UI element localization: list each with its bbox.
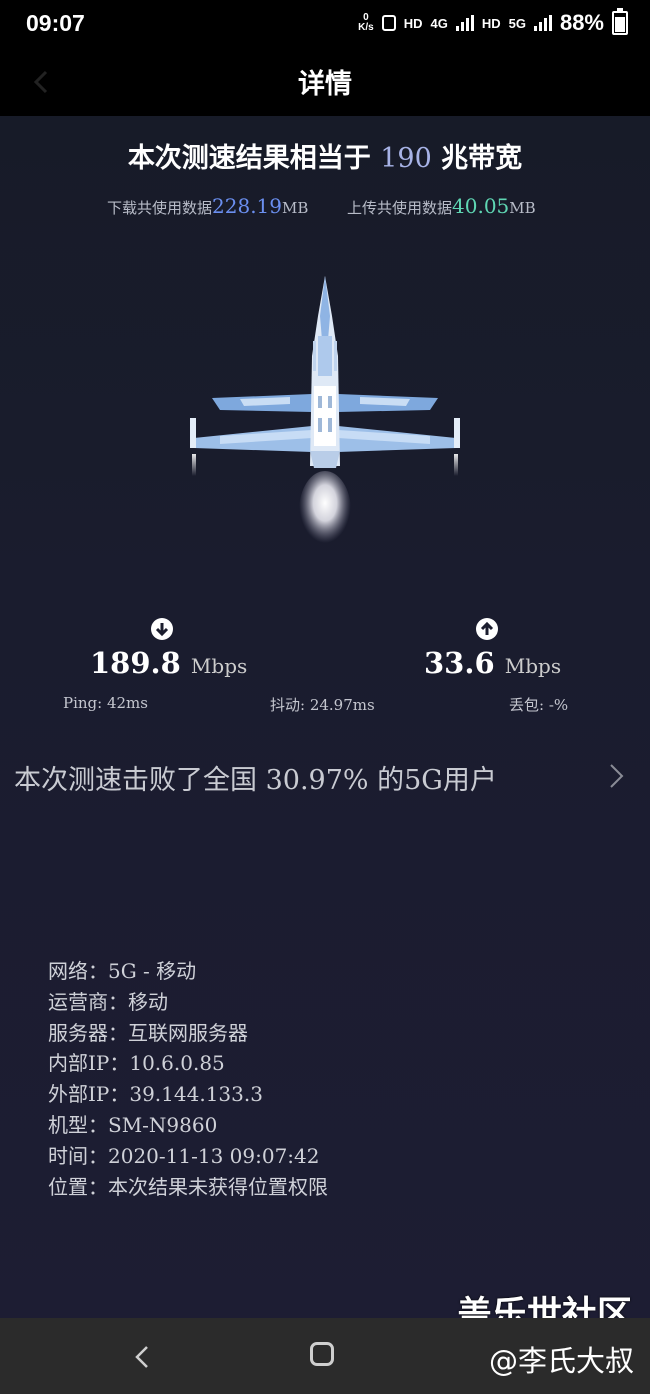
hd-label: HD <box>403 15 423 31</box>
page-title: 详情 <box>298 69 352 100</box>
info-carrier: 运营商：移动 <box>48 989 168 1014</box>
signal-4g-icon <box>455 15 474 31</box>
app-header: 详情 <box>0 50 650 116</box>
chevron-right-icon[interactable] <box>608 762 626 790</box>
nav-back-icon[interactable] <box>132 1344 152 1370</box>
info-network: 网络：5G - 移动 <box>48 959 197 983</box>
upload-usage: 上传共使用数据40.05MB <box>347 194 536 218</box>
info-model: 机型：SM-N9860 <box>48 1112 218 1137</box>
status-bar: 09:07 0 K/s HD 4G HD 5G 88% <box>0 0 650 50</box>
upload-icon <box>476 618 498 640</box>
bandwidth-value: 190 <box>380 143 432 174</box>
download-usage: 下载共使用数据228.19MB <box>107 194 309 218</box>
hd-label-2: HD <box>481 15 501 31</box>
download-icon <box>151 618 173 640</box>
loss-value: 丢包: -% <box>509 696 569 714</box>
battery-percent: 88% <box>559 10 604 35</box>
status-time: 09:07 <box>26 10 85 36</box>
beat-ranking-text[interactable]: 本次测速击败了全国 30.97% 的5G用户 <box>14 758 497 797</box>
info-location: 位置：本次结果未获得位置权限 <box>48 1174 328 1199</box>
nav-home-icon[interactable] <box>310 1342 334 1366</box>
info-time: 时间：2020-11-13 09:07:42 <box>48 1143 320 1168</box>
status-icons: 0 K/s HD 4G HD 5G 88% <box>358 8 628 36</box>
4g-label: 4G <box>430 15 448 31</box>
ping-value: Ping: 42ms <box>63 694 148 712</box>
download-speed: 189.8 Mbps <box>90 646 248 680</box>
jitter-value: 抖动: 24.97ms <box>270 696 375 714</box>
info-server: 服务器：互联网服务器 <box>48 1020 248 1045</box>
recycle-icon <box>381 15 396 31</box>
net-speed: 0 K/s <box>358 12 374 33</box>
jet-illustration <box>190 276 460 551</box>
watermark-author: @李氏大叔 <box>488 1344 634 1378</box>
connection-info: 网络：5G - 移动 运营商：移动 服务器：互联网服务器 内部IP：10.6.0… <box>48 956 328 1202</box>
result-content: 本次测速结果相当于 190 兆带宽 下载共使用数据228.19MB 上传共使用数… <box>0 116 650 1318</box>
upload-speed: 33.6 Mbps <box>424 646 562 680</box>
5g-label: 5G <box>508 15 526 31</box>
info-external-ip: 外部IP：39.144.133.3 <box>48 1082 263 1107</box>
bandwidth-summary: 本次测速结果相当于 190 兆带宽 <box>127 143 523 174</box>
signal-5g-icon <box>533 15 552 31</box>
info-internal-ip: 内部IP：10.6.0.85 <box>48 1051 225 1076</box>
battery-icon <box>612 8 628 35</box>
